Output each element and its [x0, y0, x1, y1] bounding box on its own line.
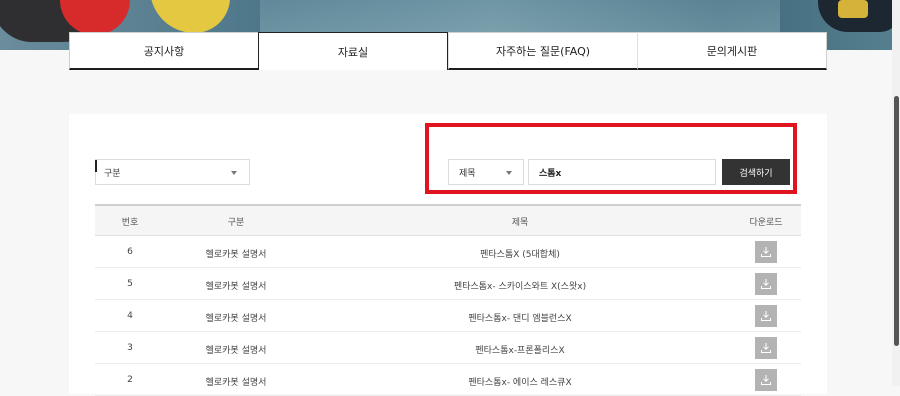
row-category: 헬로카봇 설명서: [205, 378, 267, 388]
search-button[interactable]: 검색하기: [722, 159, 790, 185]
download-icon: [761, 311, 771, 321]
category-select[interactable]: 구분: [95, 159, 250, 185]
scrollbar-thumb[interactable]: [894, 96, 899, 346]
scrollbar[interactable]: [892, 0, 900, 386]
column-header-category: 구분: [227, 218, 245, 228]
search-input[interactable]: 스톰x: [528, 159, 716, 185]
banner-character-yellow: [150, 0, 230, 33]
row-title-link[interactable]: 펜타스톰x-프론폴리스X: [475, 343, 564, 356]
column-header-no: 번호: [121, 218, 139, 228]
table-header: 번호 구분 제목 다운로드: [95, 204, 801, 236]
row-number: 3: [127, 343, 133, 353]
search-field-value: 제목: [459, 168, 476, 179]
row-category: 헬로카봇 설명서: [205, 282, 267, 292]
row-title-link[interactable]: 펜타스톰x- 에이스 레스큐X: [468, 375, 571, 388]
row-number: 2: [127, 375, 133, 385]
chevron-down-icon: [231, 171, 237, 175]
column-header-title: 제목: [511, 218, 529, 228]
download-button[interactable]: [755, 369, 777, 391]
search-input-value: 스톰x: [539, 168, 562, 179]
row-number: 5: [127, 279, 133, 289]
download-icon: [761, 343, 771, 353]
row-number: 6: [127, 247, 133, 257]
download-button[interactable]: [755, 305, 777, 327]
table-row: 4 헬로카봇 설명서 펜타스톰x- 댄디 엠블런스X: [95, 300, 801, 332]
tab-faq[interactable]: 자주하는 질문(FAQ): [448, 32, 637, 70]
table-row: 3 헬로카봇 설명서 펜타스톰x-프론폴리스X: [95, 332, 801, 364]
text-cursor: [95, 160, 97, 172]
tab-inquiry[interactable]: 문의게시판: [637, 32, 827, 70]
download-button[interactable]: [755, 337, 777, 359]
row-category: 헬로카봇 설명서: [205, 314, 267, 324]
download-button[interactable]: [755, 241, 777, 263]
search-field-select[interactable]: 제목: [448, 159, 524, 185]
table-row: 5 헬로카봇 설명서 펜타스톰x- 스카이스와트 X(스왓x): [95, 268, 801, 300]
column-header-download: 다운로드: [749, 218, 783, 228]
tab-notice[interactable]: 공지사항: [69, 32, 258, 70]
banner-character-right-accent: [838, 0, 868, 18]
row-number: 4: [127, 311, 133, 321]
download-icon: [761, 247, 771, 257]
category-select-value: 구분: [104, 168, 121, 179]
row-title-link[interactable]: 펜타스톰x- 스카이스와트 X(스왓x): [454, 279, 586, 292]
row-category: 헬로카봇 설명서: [205, 250, 267, 260]
row-title-link[interactable]: 펜타스톰x- 댄디 엠블런스X: [468, 311, 571, 324]
chevron-down-icon: [506, 171, 512, 175]
tab-archive[interactable]: 자료실: [258, 32, 448, 70]
row-title-link[interactable]: 펜타스톰X (5대합체): [480, 247, 560, 260]
download-icon: [761, 375, 771, 385]
table-row: 6 헬로카봇 설명서 펜타스톰X (5대합체): [95, 236, 801, 268]
download-button[interactable]: [755, 273, 777, 295]
table-row: 2 헬로카봇 설명서 펜타스톰x- 에이스 레스큐X: [95, 364, 801, 396]
row-category: 헬로카봇 설명서: [205, 346, 267, 356]
download-icon: [761, 279, 771, 289]
board-tabs: 공지사항 자료실 자주하는 질문(FAQ) 문의게시판: [69, 32, 827, 70]
